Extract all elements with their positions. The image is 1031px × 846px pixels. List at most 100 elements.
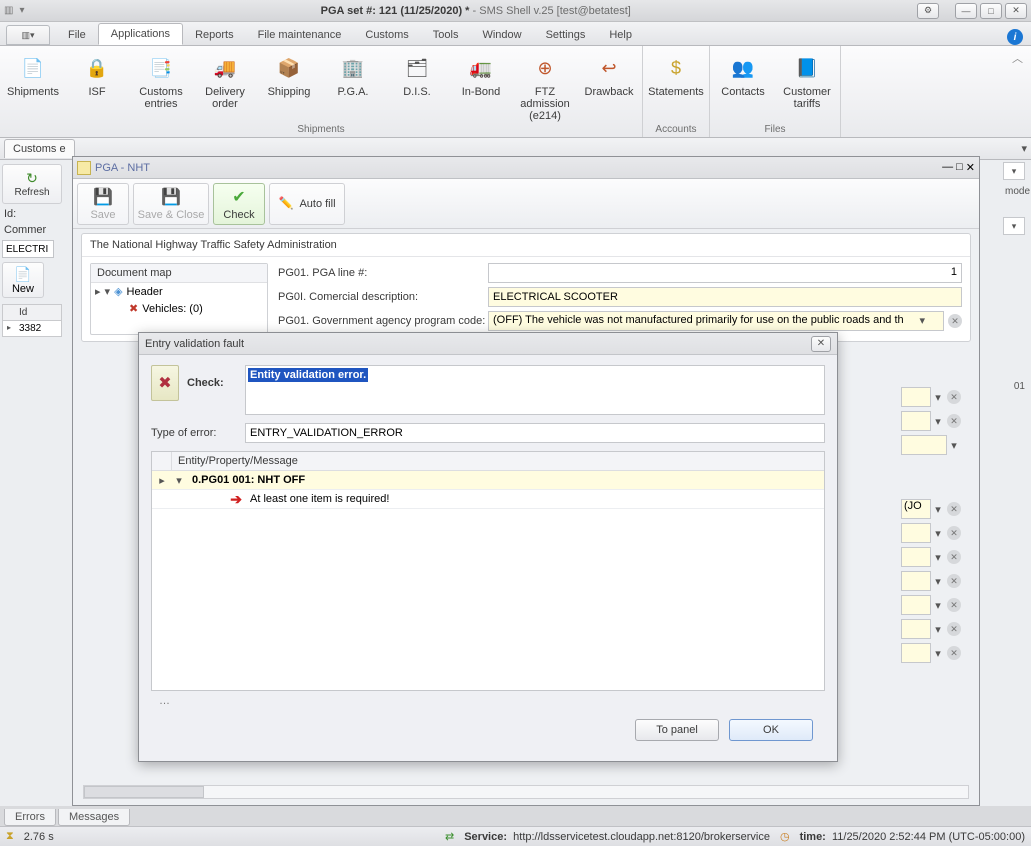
dialog-close-button[interactable]: ✕ — [811, 336, 831, 352]
ribbon-item-shipping[interactable]: 📦Shipping — [260, 48, 318, 98]
ribbon-item-shipments[interactable]: 📄Shipments — [4, 48, 62, 98]
contacts-label: Contacts — [721, 86, 764, 98]
child-toolbar: 💾Save 💾Save & Close ✔Check ✏️Auto fill — [73, 179, 979, 229]
check-button[interactable]: ✔Check — [213, 183, 265, 225]
menu-bar: ▥▾ File Applications Reports File mainte… — [0, 22, 1031, 46]
tab-customs-entry[interactable]: Customs e — [4, 139, 75, 158]
refresh-button[interactable]: ↻ Refresh — [2, 164, 62, 204]
clear-icon[interactable]: ✕ — [948, 314, 962, 328]
agency-code-select[interactable]: (OFF) The vehicle was not manufactured p… — [488, 311, 944, 331]
id-column-header: Id — [15, 305, 61, 320]
right-dropdown-1[interactable]: ▾ — [1003, 162, 1025, 180]
jo-select[interactable]: (JO — [901, 499, 931, 519]
ok-button[interactable]: OK — [729, 719, 813, 741]
dis-label: D.I.S. — [403, 86, 431, 98]
info-icon[interactable]: i — [1007, 29, 1023, 45]
minimize-button[interactable]: — — [955, 3, 977, 19]
shipments-label: Shipments — [7, 86, 59, 98]
save-button[interactable]: 💾Save — [77, 183, 129, 225]
table-row[interactable]: ▸3382 — [2, 321, 62, 337]
commercial-desc-input[interactable] — [488, 287, 962, 307]
pga-label: P.G.A. — [338, 86, 369, 98]
ribbon-item-tariffs[interactable]: 📘Customertariffs — [778, 48, 836, 110]
ribbon-item-delivery[interactable]: 🚚Deliveryorder — [196, 48, 254, 110]
ribbon-group-files: 👥Contacts📘Customertariffs Files — [710, 46, 841, 137]
settings-button[interactable]: ⚙ — [917, 3, 939, 19]
dialog-title: Entry validation fault — [145, 338, 244, 350]
overflow-indicator: … — [151, 691, 825, 711]
delivery-label: Deliveryorder — [205, 86, 245, 110]
new-button[interactable]: 📄 New — [2, 262, 44, 298]
app-menu-button[interactable]: ▥▾ — [6, 25, 50, 45]
form-area: PG01. PGA line #: 1 PG0I. Comercial desc… — [278, 263, 962, 335]
id-label: Id: — [4, 208, 16, 220]
status-bar: ⧗ 2.76 s ⇄ Service: http://ldsservicetes… — [0, 826, 1031, 846]
tree-icon: ◈ — [114, 285, 122, 298]
ribbon-item-inbond[interactable]: 🚛In-Bond — [452, 48, 510, 98]
ribbon-item-statements[interactable]: $Statements — [647, 48, 705, 98]
window-titlebar: ▥ ▾ PGA set #: 121 (11/25/2020) * - SMS … — [0, 0, 1031, 22]
child-close-button[interactable]: ✕ — [966, 161, 975, 174]
menu-tools[interactable]: Tools — [421, 25, 471, 45]
menu-customs[interactable]: Customs — [353, 25, 420, 45]
to-panel-button[interactable]: To panel — [635, 719, 719, 741]
dis-icon: 🗂 — [401, 52, 433, 84]
error-type-input[interactable] — [245, 423, 825, 443]
partial-selects: ▾✕ ▾✕ ▾ (JO▾✕ ▾✕ ▾✕ ▾✕ ▾✕ ▾✕ ▾✕ — [901, 387, 961, 667]
ribbon-item-drawback[interactable]: ↩Drawback — [580, 48, 638, 98]
child-maximize-button[interactable]: □ — [956, 161, 963, 174]
close-button[interactable]: ✕ — [1005, 3, 1027, 19]
left-sidebar: ↻ Refresh Id: Commer 📄 New Id ▸3382 — [0, 160, 66, 806]
tab-messages[interactable]: Messages — [58, 809, 130, 826]
commercial-input[interactable] — [2, 240, 54, 258]
document-map: Document map ▸▾ ◈ Header ✖ Vehicles: (0) — [90, 263, 268, 335]
menu-applications[interactable]: Applications — [98, 23, 183, 45]
menu-file-maintenance[interactable]: File maintenance — [246, 25, 354, 45]
auto-fill-button[interactable]: ✏️Auto fill — [269, 183, 345, 225]
error-row-message[interactable]: ➔ At least one item is required! — [152, 490, 824, 509]
clock-icon: ◷ — [780, 830, 790, 843]
ribbon: 📄Shipments🔒ISF📑Customsentries🚚Deliveryor… — [0, 46, 1031, 138]
progress-icon: ⧗ — [6, 830, 14, 843]
tab-errors[interactable]: Errors — [4, 809, 56, 826]
error-type-label: Type of error: — [151, 427, 237, 439]
maximize-button[interactable]: □ — [980, 3, 1002, 19]
dialog-titlebar: Entry validation fault ✕ — [139, 333, 837, 355]
error-icon: ✖ — [129, 302, 138, 315]
menu-file[interactable]: File — [56, 25, 98, 45]
pga-line-label: PG01. PGA line #: — [278, 267, 488, 279]
commercial-label: Commer — [4, 224, 46, 236]
save-close-button[interactable]: 💾Save & Close — [133, 183, 209, 225]
service-icon: ⇄ — [445, 830, 454, 843]
ribbon-item-dis[interactable]: 🗂 D.I.S. — [388, 48, 446, 98]
status-time: 11/25/2020 2:52:44 PM (UTC-05:00:00) — [832, 831, 1025, 843]
grid-header: Entity/Property/Message — [172, 452, 304, 470]
section-nht: The National Highway Traffic Safety Admi… — [81, 233, 971, 342]
ribbon-item-contacts[interactable]: 👥Contacts — [714, 48, 772, 98]
drawback-icon: ↩ — [593, 52, 625, 84]
collapse-ribbon-icon[interactable]: ︿ — [1012, 50, 1023, 137]
id-table: Id ▸3382 — [2, 304, 62, 337]
qat-dropdown-icon[interactable]: ▾ — [19, 5, 24, 16]
ribbon-item-ftz[interactable]: ⊕FTZ admission(e214) — [516, 48, 574, 122]
error-row-group[interactable]: ▸▾ 0.PG01 001: NHT OFF — [152, 471, 824, 490]
child-minimize-button[interactable]: — — [942, 161, 953, 174]
menu-help[interactable]: Help — [597, 25, 644, 45]
docmap-row-vehicles[interactable]: ✖ Vehicles: (0) — [91, 300, 267, 317]
right-dropdown-2[interactable]: ▾ — [1003, 217, 1025, 235]
ftz-icon: ⊕ — [529, 52, 561, 84]
horizontal-scrollbar[interactable] — [83, 785, 969, 799]
menu-settings[interactable]: Settings — [534, 25, 598, 45]
customs-label: Customsentries — [139, 86, 182, 110]
ribbon-item-isf[interactable]: 🔒ISF — [68, 48, 126, 98]
dialog-validation-fault: Entry validation fault ✕ ✖ Check: Entity… — [138, 332, 838, 762]
menu-reports[interactable]: Reports — [183, 25, 246, 45]
shipping-label: Shipping — [268, 86, 311, 98]
tab-overflow-icon[interactable]: ▾ — [1021, 142, 1027, 155]
docmap-row-header[interactable]: ▸▾ ◈ Header — [91, 283, 267, 300]
menu-window[interactable]: Window — [470, 25, 533, 45]
inbond-label: In-Bond — [462, 86, 501, 98]
ribbon-item-pga[interactable]: 🏢P.G.A. — [324, 48, 382, 98]
window-title: PGA set #: 121 (11/25/2020) * - SMS Shel… — [34, 5, 917, 17]
ribbon-item-customs[interactable]: 📑Customsentries — [132, 48, 190, 110]
